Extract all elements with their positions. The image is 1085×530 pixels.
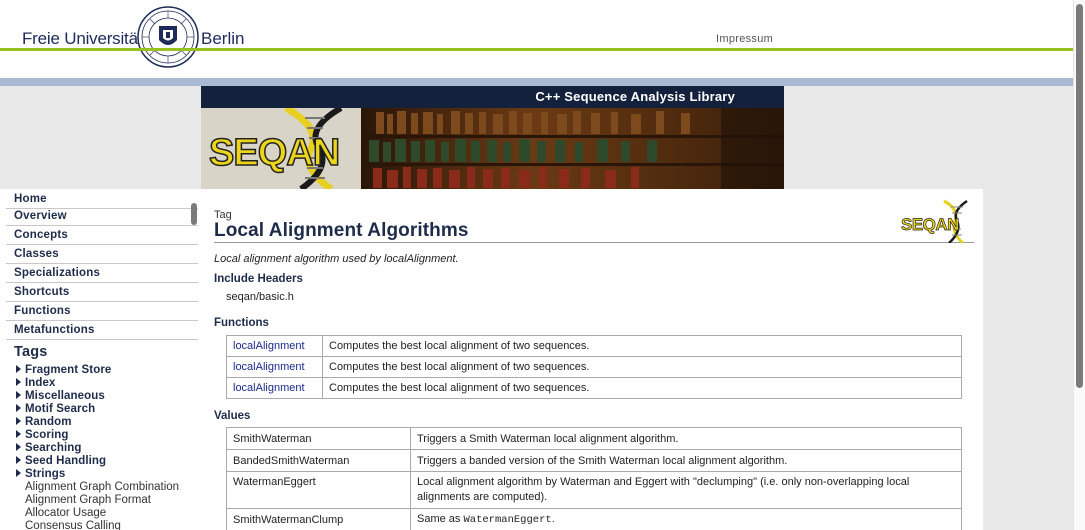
function-link[interactable]: localAlignment: [226, 335, 323, 357]
function-description: Computes the best local alignment of two…: [322, 335, 962, 357]
tag-sub-alignment-graph-combination[interactable]: Alignment Graph Combination: [25, 481, 179, 494]
tag-searching[interactable]: Searching: [16, 442, 82, 455]
include-file: seqan/basic.h: [226, 291, 294, 303]
sidebar: Home Overview Concepts Classes Specializ…: [0, 189, 201, 530]
tag-fragment-store[interactable]: Fragment Store: [16, 364, 111, 377]
expand-arrow-icon: [16, 469, 21, 477]
nav-metafunctions[interactable]: Metafunctions: [6, 321, 198, 340]
value-description: Same as WatermanEggert.: [410, 508, 962, 530]
expand-arrow-icon: [16, 378, 21, 386]
banner-bar: C++ Sequence Analysis Library: [201, 86, 784, 108]
function-link[interactable]: localAlignment: [226, 356, 323, 378]
tag-description: Local alignment algorithm used by localA…: [214, 253, 459, 265]
tag-miscellaneous[interactable]: Miscellaneous: [16, 390, 105, 403]
tags-heading: Tags: [14, 344, 48, 360]
tag-index[interactable]: Index: [16, 377, 56, 390]
expand-arrow-icon: [16, 391, 21, 399]
university-name-left: Freie Universität: [22, 29, 143, 48]
expand-arrow-icon: [16, 443, 21, 451]
value-description: Triggers a Smith Waterman local alignmen…: [410, 427, 962, 450]
tag-sub-allocator-usage[interactable]: Allocator Usage: [25, 507, 106, 520]
code-reference: WatermanEggert: [463, 514, 552, 526]
impressum-link[interactable]: Impressum: [716, 33, 773, 45]
nav-overview[interactable]: Overview: [6, 207, 198, 226]
value-name: BandedSmithWaterman: [226, 449, 411, 472]
table-row: WatermanEggert Local alignment algorithm…: [226, 471, 962, 509]
header-band: [0, 78, 1073, 86]
tag-seed-handling[interactable]: Seed Handling: [16, 455, 106, 468]
title-divider: [214, 242, 974, 243]
window-scrollbar[interactable]: [1073, 0, 1085, 530]
table-row: localAlignment Computes the best local a…: [226, 356, 962, 378]
table-row: localAlignment Computes the best local a…: [226, 335, 962, 357]
expand-arrow-icon: [16, 404, 21, 412]
seqan-logo-text: SEQAN: [208, 131, 341, 175]
values-table: SmithWaterman Triggers a Smith Waterman …: [226, 427, 962, 530]
seqan-logo-icon: SEQAN: [899, 199, 974, 243]
page-title: Local Alignment Algorithms: [214, 220, 469, 241]
functions-table: localAlignment Computes the best local a…: [226, 335, 962, 399]
tag-motif-search[interactable]: Motif Search: [16, 403, 95, 416]
banner-title: C++ Sequence Analysis Library: [535, 89, 735, 104]
university-name-right: Berlin: [201, 29, 245, 48]
value-name: SmithWatermanClump: [226, 508, 411, 530]
nav-shortcuts[interactable]: Shortcuts: [6, 283, 198, 302]
nav-concepts[interactable]: Concepts: [6, 226, 198, 245]
window-scrollbar-thumb[interactable]: [1076, 4, 1083, 388]
nav-specializations[interactable]: Specializations: [6, 264, 198, 283]
nav-classes[interactable]: Classes: [6, 245, 198, 264]
value-description: Triggers a banded version of the Smith W…: [410, 449, 962, 472]
mini-logo-text: SEQAN: [901, 215, 960, 235]
include-headers-heading: Include Headers: [214, 273, 303, 285]
tag-sub-consensus-calling[interactable]: Consensus Calling: [25, 520, 121, 530]
sidebar-scrollbar[interactable]: [191, 203, 197, 225]
value-name: WatermanEggert: [226, 471, 411, 509]
table-row: BandedSmithWaterman Triggers a banded ve…: [226, 449, 962, 472]
expand-arrow-icon: [16, 456, 21, 464]
tag-scoring[interactable]: Scoring: [16, 429, 69, 442]
nav-functions[interactable]: Functions: [6, 302, 198, 321]
header-divider: [0, 48, 1073, 51]
expand-arrow-icon: [16, 417, 21, 425]
table-row: SmithWatermanClump Same as WatermanEgger…: [226, 508, 962, 530]
table-row: localAlignment Computes the best local a…: [226, 377, 962, 399]
function-description: Computes the best local alignment of two…: [322, 356, 962, 378]
university-seal-icon: [137, 6, 199, 68]
function-description: Computes the best local alignment of two…: [322, 377, 962, 399]
tag-sub-alignment-graph-format[interactable]: Alignment Graph Format: [25, 494, 151, 507]
tag-strings[interactable]: Strings: [16, 468, 65, 481]
value-name: SmithWaterman: [226, 427, 411, 450]
tag-random[interactable]: Random: [16, 416, 72, 429]
seqan-banner: C++ Sequence Analysis Library SEQAN: [201, 86, 784, 189]
function-link[interactable]: localAlignment: [226, 377, 323, 399]
table-row: SmithWaterman Triggers a Smith Waterman …: [226, 427, 962, 450]
university-header: Freie Universität Berlin Impressum: [0, 0, 1085, 86]
value-description: Local alignment algorithm by Waterman an…: [410, 471, 962, 509]
expand-arrow-icon: [16, 430, 21, 438]
main-content: Tag Local Alignment Algorithms SEQAN Loc…: [201, 189, 983, 530]
functions-heading: Functions: [214, 317, 269, 329]
values-heading: Values: [214, 410, 251, 422]
expand-arrow-icon: [16, 365, 21, 373]
